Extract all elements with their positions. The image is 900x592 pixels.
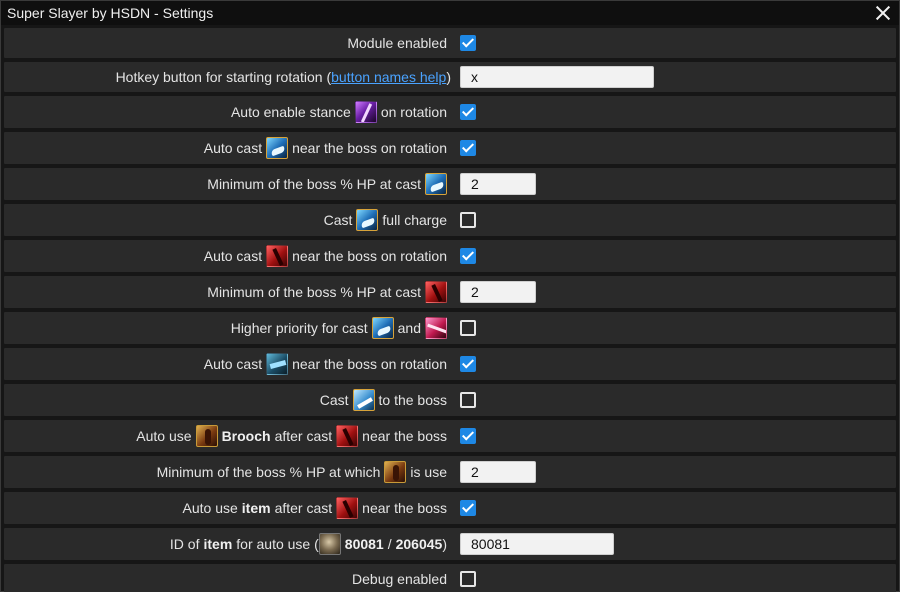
item-label: item [241, 500, 271, 516]
title-bar: Super Slayer by HSDN - Settings [1, 1, 899, 25]
settings-list: Module enabled Hotkey button for startin… [1, 25, 899, 592]
pink-skill-icon [425, 317, 447, 339]
setting-row-auto-cast-teal: Auto cast near the boss on rotation [4, 348, 896, 380]
brooch-icon [195, 425, 218, 447]
setting-label: Cast [323, 212, 353, 228]
setting-label-suffix: near the boss on rotation [292, 140, 447, 156]
setting-label: Auto cast [203, 140, 263, 156]
setting-row-priority: Higher priority for cast and [4, 312, 896, 344]
setting-label-suffix: near the boss on rotation [292, 356, 447, 372]
setting-label: Auto use [182, 500, 238, 516]
setting-row-min-hp-red: Minimum of the boss % HP at cast 2 [4, 276, 896, 308]
auto-stance-checkbox[interactable] [460, 104, 476, 120]
brooch-label: Brooch [221, 428, 271, 444]
setting-row-hotkey: Hotkey button for starting rotation (but… [4, 62, 896, 92]
setting-label-suffix: near the boss [362, 428, 447, 444]
setting-label: Auto cast [203, 248, 263, 264]
blue-skill-icon [356, 209, 379, 231]
setting-label: Cast [319, 392, 349, 408]
item-id-input[interactable]: 80081 [460, 533, 614, 555]
stance-icon [354, 101, 377, 123]
blue-skill-icon [266, 137, 289, 159]
setting-label-mid: after cast [274, 500, 333, 516]
setting-row-min-hp-blue: Minimum of the boss % HP at cast 2 [4, 168, 896, 200]
setting-row-full-charge: Cast full charge [4, 204, 896, 236]
setting-label: Module enabled [347, 35, 447, 51]
setting-row-auto-stance: Auto enable stance on rotation [4, 96, 896, 128]
setting-label-suffix: ) [442, 536, 447, 552]
setting-label-suffix: full charge [382, 212, 447, 228]
min-hp-blue-input[interactable]: 2 [460, 173, 536, 195]
setting-row-item-id: ID of item for auto use ( 80081 / 206045… [4, 528, 896, 560]
blue-skill-icon [425, 173, 447, 195]
setting-label: Minimum of the boss % HP at which [156, 464, 381, 480]
setting-label-suffix: is use [410, 464, 447, 480]
setting-row-auto-cast-red: Auto cast near the boss on rotation [4, 240, 896, 272]
settings-window: Super Slayer by HSDN - Settings Module e… [0, 0, 900, 592]
auto-brooch-checkbox[interactable] [460, 428, 476, 444]
setting-label: Auto enable stance [230, 104, 351, 120]
red-skill-icon [336, 425, 359, 447]
item-id-separator: / [387, 536, 392, 552]
button-names-help-link[interactable]: button names help [331, 69, 446, 85]
setting-label: Higher priority for cast [230, 320, 368, 336]
sky-skill-icon [352, 389, 375, 411]
setting-row-auto-item: Auto use item after cast near the boss [4, 492, 896, 524]
setting-row-auto-cast-blue: Auto cast near the boss on rotation [4, 132, 896, 164]
setting-label: Auto use [136, 428, 192, 444]
cast-to-boss-checkbox[interactable] [460, 392, 476, 408]
setting-label: Minimum of the boss % HP at cast [207, 284, 421, 300]
red-skill-icon [336, 497, 359, 519]
module-enabled-checkbox[interactable] [460, 35, 476, 51]
window-title: Super Slayer by HSDN - Settings [7, 5, 214, 21]
setting-label: Debug enabled [352, 571, 447, 587]
setting-label: Auto cast [203, 356, 263, 372]
teal-skill-icon [266, 353, 289, 375]
min-hp-red-input[interactable]: 2 [460, 281, 536, 303]
full-charge-checkbox[interactable] [460, 212, 476, 228]
setting-row-debug: Debug enabled [4, 564, 896, 592]
setting-label-suffix: on rotation [380, 104, 447, 120]
brooch-icon [384, 461, 407, 483]
auto-cast-red-checkbox[interactable] [460, 248, 476, 264]
setting-label: ID of [169, 536, 200, 552]
red-skill-icon [266, 245, 289, 267]
blue-skill-icon [371, 317, 394, 339]
debug-enabled-checkbox[interactable] [460, 571, 476, 587]
setting-label: Minimum of the boss % HP at cast [207, 176, 421, 192]
setting-label-mid: and [397, 320, 421, 336]
setting-label-suffix: to the boss [378, 392, 448, 408]
auto-cast-blue-checkbox[interactable] [460, 140, 476, 156]
priority-checkbox[interactable] [460, 320, 476, 336]
setting-label: Hotkey button for starting rotation (but… [115, 69, 451, 85]
min-hp-brooch-input[interactable]: 2 [460, 461, 536, 483]
setting-label-mid: after cast [274, 428, 333, 444]
close-icon[interactable] [875, 5, 891, 21]
setting-row-module-enabled: Module enabled [4, 28, 896, 58]
auto-item-checkbox[interactable] [460, 500, 476, 516]
setting-row-cast-to-boss: Cast to the boss [4, 384, 896, 416]
item-icon [318, 533, 341, 555]
item-id-secondary: 206045 [395, 536, 443, 552]
item-label: item [203, 536, 233, 552]
setting-label-suffix: near the boss [362, 500, 447, 516]
setting-row-min-hp-brooch: Minimum of the boss % HP at which is use… [4, 456, 896, 488]
item-id-primary: 80081 [344, 536, 384, 552]
auto-cast-teal-checkbox[interactable] [460, 356, 476, 372]
setting-label-mid: for auto use ( [236, 536, 319, 552]
hotkey-input[interactable]: x [460, 66, 654, 88]
setting-row-auto-brooch: Auto use Brooch after cast near the boss [4, 420, 896, 452]
setting-label-suffix: near the boss on rotation [292, 248, 447, 264]
red-skill-icon [425, 281, 447, 303]
